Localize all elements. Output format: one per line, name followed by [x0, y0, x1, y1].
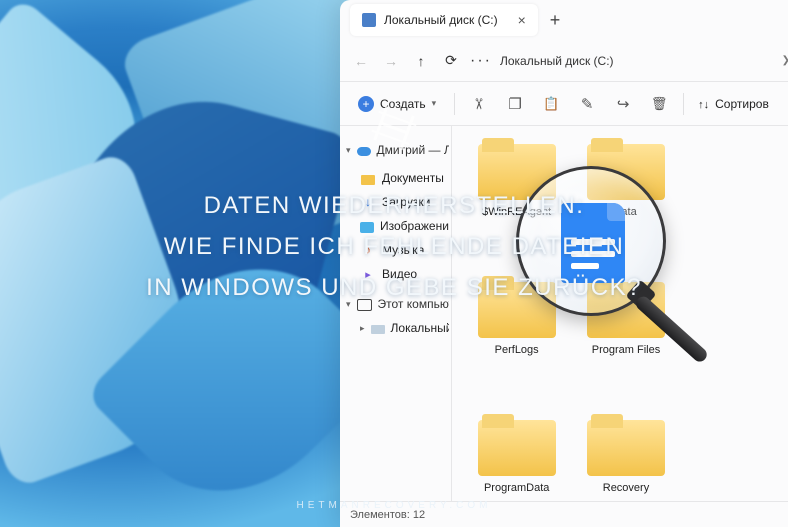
- sidebar-item-computer[interactable]: ▾ Этот компьютер: [342, 292, 449, 316]
- folder-icon: [360, 170, 376, 186]
- sort-button[interactable]: Сортиров: [692, 97, 775, 111]
- sidebar-item-label: Видео: [382, 267, 417, 281]
- folder-item[interactable]: Program Files: [575, 276, 676, 406]
- title-bar: Локальный диск (C:) × +: [340, 0, 788, 40]
- nav-back-icon: ←: [350, 53, 372, 69]
- nav-up-icon[interactable]: ↑: [410, 53, 432, 69]
- folder-label: Program Files: [592, 344, 660, 356]
- sidebar-item-music[interactable]: Музыка: [342, 238, 449, 262]
- sidebar: ▾ Дмитрий — Лич Документы Загрузки Изобр…: [340, 126, 452, 501]
- new-button[interactable]: + Создать ▾: [348, 90, 446, 118]
- folder-item[interactable]: data: [575, 138, 676, 268]
- folder-item[interactable]: $WinREAgent: [466, 138, 567, 268]
- breadcrumb-overflow-icon[interactable]: ···: [470, 52, 492, 70]
- sidebar-item-label: Музыка: [382, 243, 424, 257]
- sort-label: Сортиров: [715, 97, 769, 111]
- toolbar: + Создать ▾ Сортиров: [340, 82, 788, 126]
- plus-icon: +: [358, 96, 374, 112]
- tab-title: Локальный диск (C:): [384, 13, 498, 27]
- new-tab-button[interactable]: +: [550, 10, 561, 31]
- drive-icon: [371, 320, 385, 336]
- folder-icon: [587, 276, 665, 338]
- drive-icon: [362, 13, 376, 27]
- folder-icon: [587, 138, 665, 200]
- sidebar-item-video[interactable]: Видео: [342, 262, 449, 286]
- nav-refresh-icon[interactable]: ⟳: [440, 52, 462, 69]
- nav-bar: ← → ↑ ⟳ ··· Локальный диск (C:) ❯: [340, 40, 788, 82]
- file-explorer-window: Локальный диск (C:) × + ← → ↑ ⟳ ··· Лока…: [340, 0, 788, 527]
- folder-item[interactable]: ProgramData: [466, 414, 567, 501]
- folder-item[interactable]: PerfLogs: [466, 276, 567, 406]
- folder-label: $WinREAgent: [482, 206, 551, 218]
- sidebar-item-label: Этот компьютер: [378, 297, 449, 311]
- sidebar-item-label: Документы: [382, 171, 444, 185]
- window-tab[interactable]: Локальный диск (C:) ×: [350, 4, 538, 36]
- separator: [454, 93, 455, 115]
- expand-icon[interactable]: ▾: [346, 145, 351, 156]
- download-icon: [360, 194, 376, 210]
- image-icon: [360, 218, 374, 234]
- cut-icon[interactable]: [463, 88, 495, 120]
- folder-icon: [587, 414, 665, 476]
- breadcrumb[interactable]: Локальный диск (C:): [500, 54, 774, 68]
- sidebar-item-documents[interactable]: Документы: [342, 166, 449, 190]
- share-icon[interactable]: [607, 88, 639, 120]
- expand-icon[interactable]: ▾: [346, 299, 351, 310]
- delete-icon[interactable]: [643, 88, 675, 120]
- folder-label: data: [615, 206, 636, 218]
- separator: [683, 93, 684, 115]
- computer-icon: [357, 296, 372, 312]
- cloud-icon: [357, 142, 371, 158]
- content-pane[interactable]: $WinREAgent data PerfLogs Program Files …: [452, 126, 788, 501]
- close-tab-icon[interactable]: ×: [518, 12, 526, 28]
- sidebar-item-label: Локальный ди: [391, 321, 449, 335]
- sidebar-item-label: Изображения: [380, 219, 449, 233]
- music-icon: [360, 242, 376, 258]
- video-icon: [360, 266, 376, 282]
- copy-icon[interactable]: [499, 88, 531, 120]
- folder-icon: [478, 276, 556, 338]
- paste-icon[interactable]: [535, 88, 567, 120]
- folder-item[interactable]: Recovery: [575, 414, 676, 501]
- sort-icon: [698, 97, 709, 111]
- status-bar: Элементов: 12: [340, 501, 788, 527]
- chevron-down-icon: ▾: [432, 98, 437, 109]
- rename-icon[interactable]: [571, 88, 603, 120]
- folder-icon: [478, 414, 556, 476]
- new-button-label: Создать: [380, 97, 426, 111]
- sidebar-item-downloads[interactable]: Загрузки: [342, 190, 449, 214]
- sidebar-item-label: Загрузки: [382, 195, 430, 209]
- explorer-body: ▾ Дмитрий — Лич Документы Загрузки Изобр…: [340, 126, 788, 501]
- sidebar-item-label: Дмитрий — Лич: [377, 143, 449, 157]
- folder-icon: [478, 138, 556, 200]
- folder-label: ProgramData: [484, 482, 549, 494]
- sidebar-item-images[interactable]: Изображения: [342, 214, 449, 238]
- expand-icon[interactable]: ▸: [360, 323, 365, 334]
- folder-label: Recovery: [603, 482, 649, 494]
- sidebar-item-user[interactable]: ▾ Дмитрий — Лич: [342, 138, 449, 162]
- nav-forward-icon: →: [380, 53, 402, 69]
- sidebar-item-drive[interactable]: ▸ Локальный ди: [342, 316, 449, 340]
- folder-label: PerfLogs: [495, 344, 539, 356]
- status-text: Элементов: 12: [350, 509, 425, 521]
- chevron-right-icon[interactable]: ❯: [782, 55, 788, 66]
